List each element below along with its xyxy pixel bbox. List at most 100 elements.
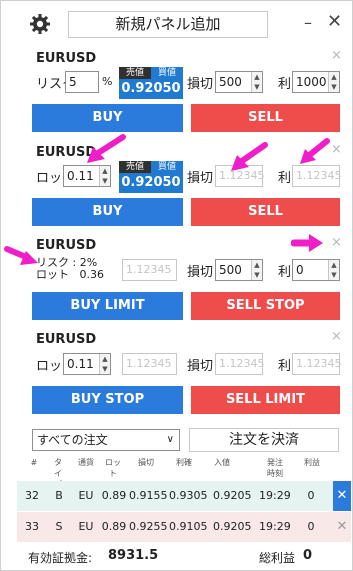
lot-value: 0.11 — [67, 357, 94, 371]
sl-spinner[interactable]: ▲ ▼ — [251, 260, 262, 280]
close-icon[interactable]: ✕ — [327, 11, 342, 32]
sell-price-label: 売値 — [119, 67, 151, 79]
sl-spinner[interactable]: ▲ ▼ — [251, 72, 262, 92]
order-tp: 0.9105 — [169, 520, 208, 533]
order-time: 19:29 — [259, 520, 291, 533]
annotation-arrow-icon — [87, 134, 126, 163]
annotation-arrow-icon — [4, 246, 38, 265]
lot-label: ロット — [36, 268, 69, 281]
lot-input[interactable]: 0.11 ▲ ▼ — [63, 165, 111, 187]
lot-spinner[interactable]: ▲ ▼ — [99, 354, 110, 374]
panel-1-close-icon[interactable]: × — [331, 48, 342, 63]
total-profit-label: 総利益 — [259, 551, 296, 565]
order-filter-select[interactable]: すべての注文 ∨ — [32, 429, 180, 451]
add-panel-button[interactable]: 新規パネル追加 — [68, 11, 268, 38]
lot-value: 0.11 — [67, 169, 94, 183]
order-type: S — [55, 520, 63, 533]
order-profit: 0 — [307, 489, 315, 502]
close-order-icon[interactable]: ✕ — [333, 481, 351, 511]
panel-1-symbol: EURUSD — [36, 51, 97, 66]
tp-label: 利 — [278, 359, 292, 374]
order-entry: 0.9205 — [213, 489, 252, 502]
sl-label: 損切 — [187, 171, 214, 186]
order-time: 19:29 — [259, 489, 291, 502]
close-orders-button[interactable]: 注文を決済 — [189, 428, 339, 452]
entry-price-input[interactable]: 1.12345 — [122, 353, 177, 375]
lot-input[interactable]: 0.11 ▲ ▼ — [63, 353, 111, 375]
order-symbol: EU — [78, 520, 94, 533]
sell-stop-button[interactable]: SELL STOP — [191, 292, 340, 320]
order-lot: 0.89 — [101, 520, 127, 533]
tp-label: 利 — [278, 77, 292, 92]
panel-4-symbol: EURUSD — [36, 332, 97, 347]
buy-price-label: 買値 — [151, 67, 183, 79]
close-order-icon[interactable]: ✕ — [333, 512, 351, 542]
lot-value: 0.36 — [79, 268, 105, 281]
price-display: 売値 買値 0.92050 — [119, 161, 183, 193]
annotation-arrow-icon — [231, 142, 268, 171]
tp-spinner[interactable]: ▲ ▼ — [328, 72, 339, 92]
buy-button[interactable]: BUY — [32, 198, 183, 226]
sl-price-input[interactable]: 1.12345 — [215, 353, 265, 375]
panel-3-symbol: EURUSD — [36, 238, 97, 253]
buy-stop-button[interactable]: BUY STOP — [32, 386, 183, 414]
tp-price-input[interactable]: 1.12345 — [292, 353, 342, 375]
col-header: ロット — [105, 458, 121, 478]
sl-value: 500 — [219, 263, 242, 277]
order-symbol: EU — [78, 489, 94, 502]
price-value: 0.92050 — [119, 173, 183, 193]
tp-label: 利 — [278, 171, 292, 186]
tp-spinner[interactable]: ▲ ▼ — [328, 260, 339, 280]
price-value: 0.92050 — [119, 79, 183, 99]
sell-button[interactable]: SELL — [191, 104, 340, 132]
order-profit: 0 — [307, 520, 315, 533]
panel-2-close-icon[interactable]: × — [331, 142, 342, 157]
order-filter-value: すべての注文 — [37, 433, 108, 447]
trade-panel-window: 新規パネル追加 – ✕ EURUSD × リスク 5 % 売値 買値 0.920… — [0, 0, 353, 571]
order-id: 32 — [25, 489, 39, 502]
tp-value: 0 — [296, 263, 304, 277]
annotation-arrow-icon — [300, 138, 330, 164]
buy-limit-button[interactable]: BUY LIMIT — [32, 292, 183, 320]
table-row[interactable]: 32 B EU 0.89 0.9155 0.9305 0.9205 19:29 … — [17, 481, 351, 511]
risk-input[interactable]: 5 — [65, 71, 99, 93]
tp-value: 1000 — [296, 75, 327, 89]
order-type: B — [55, 489, 63, 502]
total-profit-value: 0 — [303, 548, 313, 563]
sl-input[interactable]: 500 ▲ ▼ — [215, 71, 263, 93]
col-header: # — [30, 458, 38, 467]
col-header: 入値 — [214, 458, 230, 467]
tp-input[interactable]: 1000 ▲ ▼ — [292, 71, 340, 93]
panel-3-close-icon[interactable]: × — [331, 235, 342, 250]
col-header: 利益 — [304, 458, 320, 467]
sl-label: 損切 — [187, 359, 214, 374]
minimize-icon[interactable]: – — [304, 13, 312, 32]
tp-input[interactable]: 0 ▲ ▼ — [292, 259, 340, 281]
col-header: 通貨 — [78, 458, 94, 467]
col-header: 発注時刻 — [267, 458, 283, 478]
order-tp: 0.9305 — [169, 489, 208, 502]
margin-value: 8931.5 — [108, 548, 159, 563]
sell-limit-button[interactable]: SELL LIMIT — [191, 386, 340, 414]
entry-price-input[interactable]: 1.12345 — [122, 259, 177, 281]
risk-lot-info: リスク : 2% ロット 0.36 — [36, 256, 105, 281]
buy-button[interactable]: BUY — [32, 104, 183, 132]
order-entry: 0.9205 — [213, 520, 252, 533]
buy-price-label: 買値 — [151, 161, 183, 173]
sl-value: 500 — [219, 75, 242, 89]
risk-unit: % — [102, 75, 113, 88]
tp-label: 利 — [278, 265, 292, 280]
chevron-down-icon: ∨ — [166, 434, 174, 445]
tp-price-input[interactable]: 1.12345 — [292, 165, 342, 187]
sl-input[interactable]: 500 ▲ ▼ — [215, 259, 263, 281]
panel-4-close-icon[interactable]: × — [331, 329, 342, 344]
price-display: 売値 買値 0.92050 — [119, 67, 183, 99]
sl-label: 損切 — [187, 77, 214, 92]
order-id: 33 — [25, 520, 39, 533]
gear-icon[interactable] — [29, 13, 51, 35]
lot-spinner[interactable]: ▲ ▼ — [99, 166, 110, 186]
table-row[interactable]: 33 S EU 0.89 0.9255 0.9105 0.9205 19:29 … — [17, 512, 351, 542]
sell-button[interactable]: SELL — [191, 198, 340, 226]
annotation-arrow-icon — [291, 234, 323, 252]
order-sl: 0.9155 — [129, 489, 168, 502]
